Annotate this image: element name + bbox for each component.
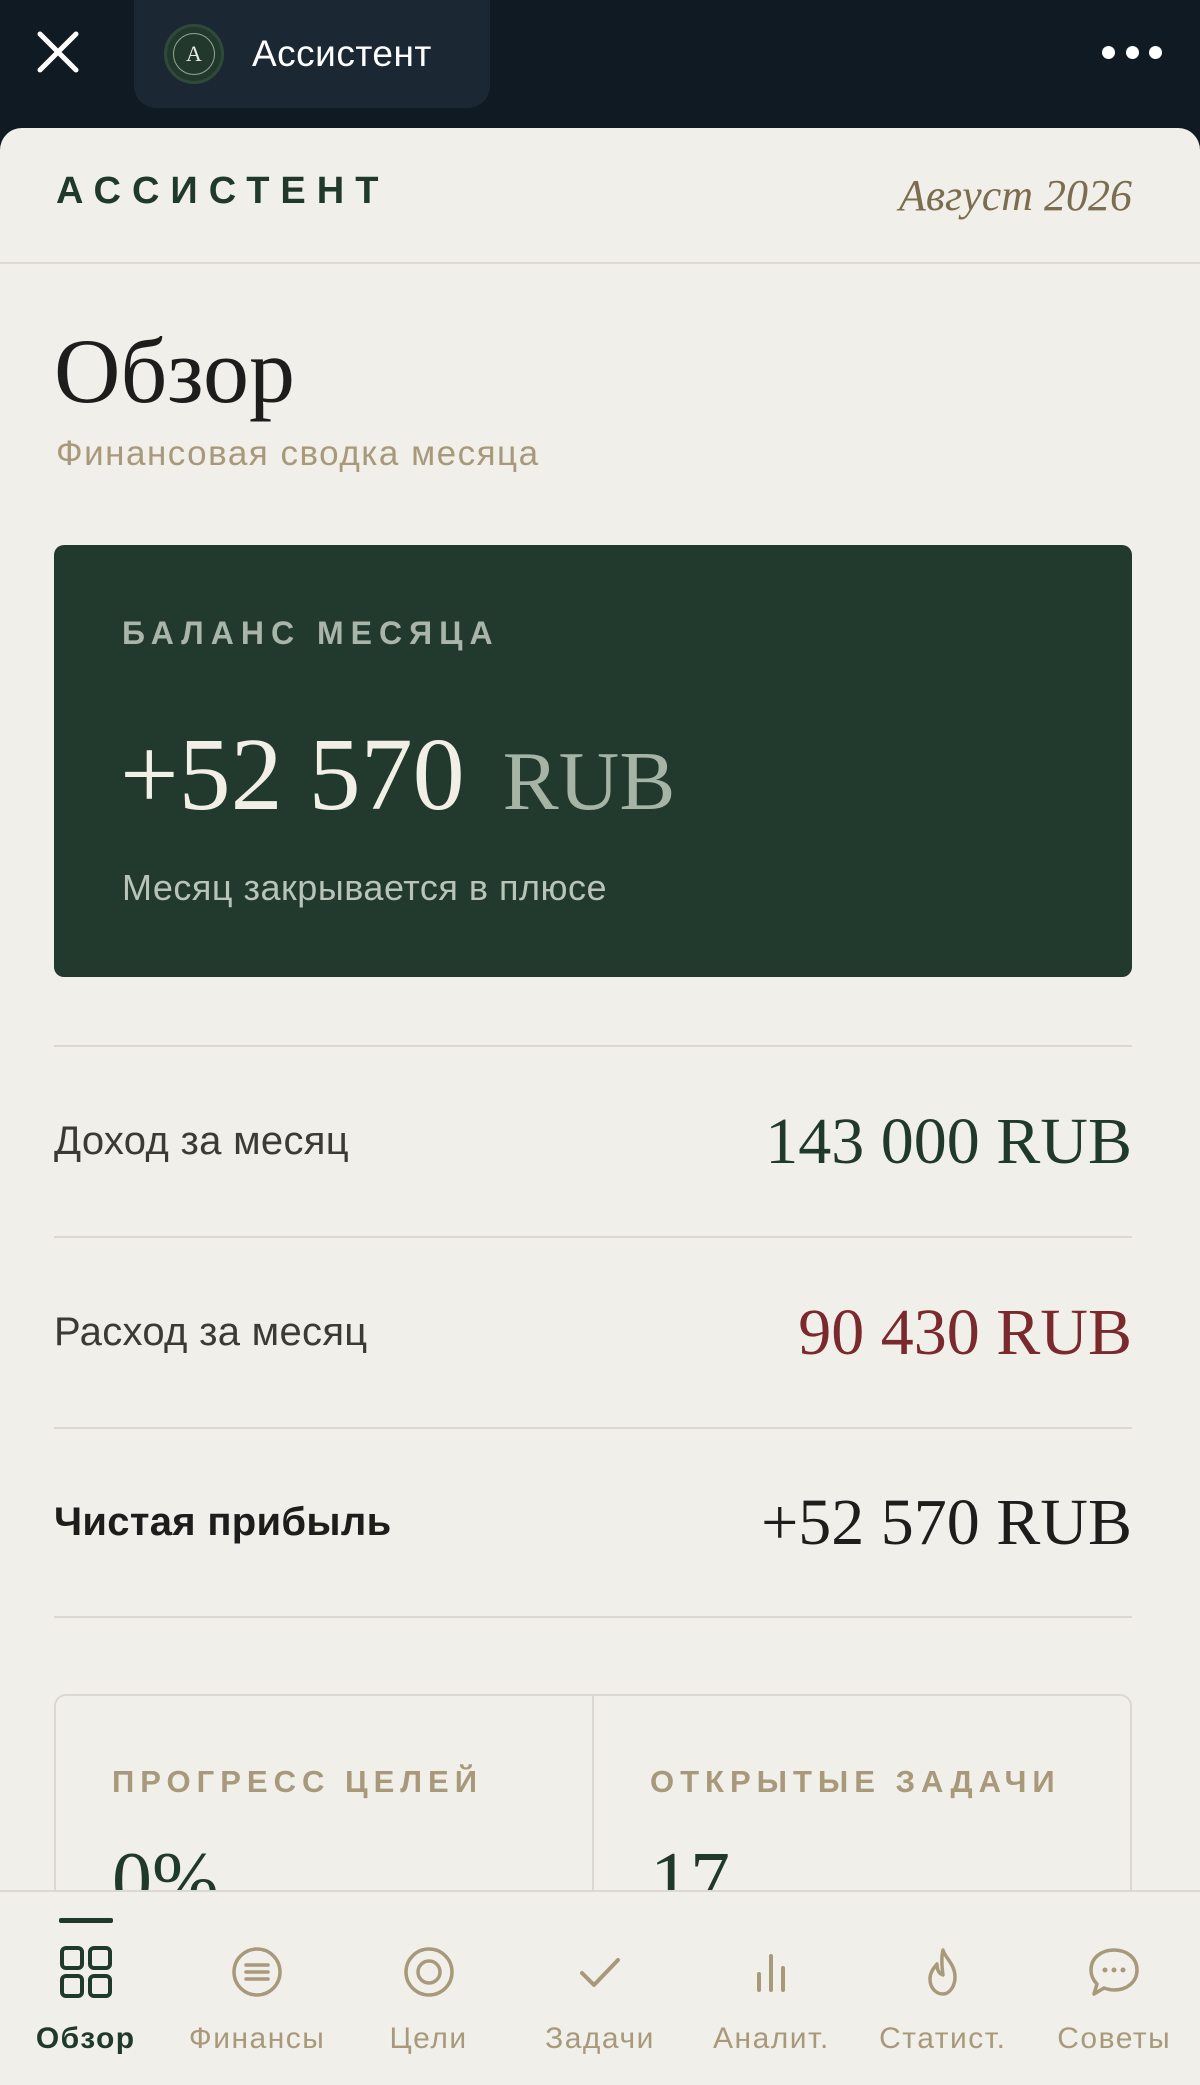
- grid-icon: [59, 1946, 112, 1998]
- nav-item-goals[interactable]: Цели: [343, 1892, 514, 2085]
- expense-value: 90 430 RUB: [798, 1295, 1132, 1369]
- nav-label-tips: Советы: [1057, 2022, 1172, 2055]
- app-logo-letter: A: [186, 41, 202, 66]
- nav-item-analytics[interactable]: Аналит.: [686, 1892, 857, 2085]
- more-button[interactable]: [1102, 40, 1162, 64]
- flame-icon: [928, 1948, 957, 1996]
- close-icon: [37, 31, 79, 73]
- list-circle-icon: [232, 1947, 282, 1997]
- nav-label-analytics: Аналит.: [713, 2022, 830, 2055]
- balance-label: БАЛАНС МЕСЯЦА: [122, 615, 500, 651]
- top-bar: A Ассистент: [0, 0, 1200, 130]
- chat-bubble-icon: [1089, 1948, 1139, 1996]
- balance-currency: RUB: [502, 735, 676, 828]
- app-chip[interactable]: A Ассистент: [134, 0, 490, 108]
- summary-list: Доход за месяц 143 000 RUB Расход за мес…: [54, 1045, 1132, 1618]
- nav-label-overview: Обзор: [35, 2022, 136, 2055]
- nav-label-goals: Цели: [389, 2022, 468, 2055]
- page-title: Обзор: [54, 320, 296, 422]
- nav-item-tasks[interactable]: Задачи: [514, 1892, 685, 2085]
- nav-item-statistics[interactable]: Статист.: [857, 1892, 1028, 2085]
- balance-card: БАЛАНС МЕСЯЦА +52 570 RUB Месяц закрывае…: [54, 545, 1132, 977]
- close-button[interactable]: [32, 26, 84, 78]
- app-name: Ассистент: [252, 33, 432, 74]
- more-dots-icon: [1102, 45, 1115, 59]
- expense-row: Расход за месяц 90 430 RUB: [54, 1236, 1132, 1427]
- nav-item-overview[interactable]: Обзор: [0, 1892, 171, 2085]
- net-profit-value: +52 570 RUB: [761, 1485, 1132, 1559]
- main-panel: АССИСТЕНТ Август 2026 Обзор Финансовая с…: [0, 128, 1200, 2085]
- active-indicator: [58, 1918, 113, 1923]
- net-profit-row: Чистая прибыль +52 570 RUB: [54, 1427, 1132, 1618]
- balance-value: +52 570 RUB: [120, 715, 675, 834]
- balance-note: Месяц закрывается в плюсе: [122, 867, 607, 908]
- income-value: 143 000 RUB: [765, 1104, 1132, 1178]
- brand-title: АССИСТЕНТ: [56, 170, 390, 212]
- bar-chart-icon: [757, 1954, 786, 1992]
- income-row: Доход за месяц 143 000 RUB: [54, 1045, 1132, 1236]
- goals-progress-label: ПРОГРЕСС ЦЕЛЕЙ: [112, 1764, 484, 1799]
- page-subtitle: Финансовая сводка месяца: [56, 434, 540, 473]
- nav-item-tips[interactable]: Советы: [1029, 1892, 1200, 2085]
- target-icon: [403, 1947, 454, 1997]
- app-logo: A: [164, 24, 224, 84]
- balance-amount: +52 570: [120, 717, 465, 832]
- net-profit-label: Чистая прибыль: [54, 1500, 392, 1544]
- nav-label-statistics: Статист.: [879, 2022, 1007, 2055]
- check-icon: [579, 1958, 620, 1987]
- expense-label: Расход за месяц: [54, 1310, 368, 1354]
- nav-label-tasks: Задачи: [545, 2022, 655, 2055]
- income-label: Доход за месяц: [54, 1119, 349, 1163]
- nav-item-finance[interactable]: Финансы: [171, 1892, 342, 2085]
- current-month: Август 2026: [899, 171, 1132, 220]
- bottom-nav: Обзор Финансы Цели Задачи Аналит. Статис…: [0, 1890, 1200, 2085]
- open-tasks-label: ОТКРЫТЫЕ ЗАДАЧИ: [650, 1764, 1061, 1799]
- panel-header: АССИСТЕНТ Август 2026: [0, 128, 1200, 264]
- nav-label-finance: Финансы: [188, 2022, 326, 2055]
